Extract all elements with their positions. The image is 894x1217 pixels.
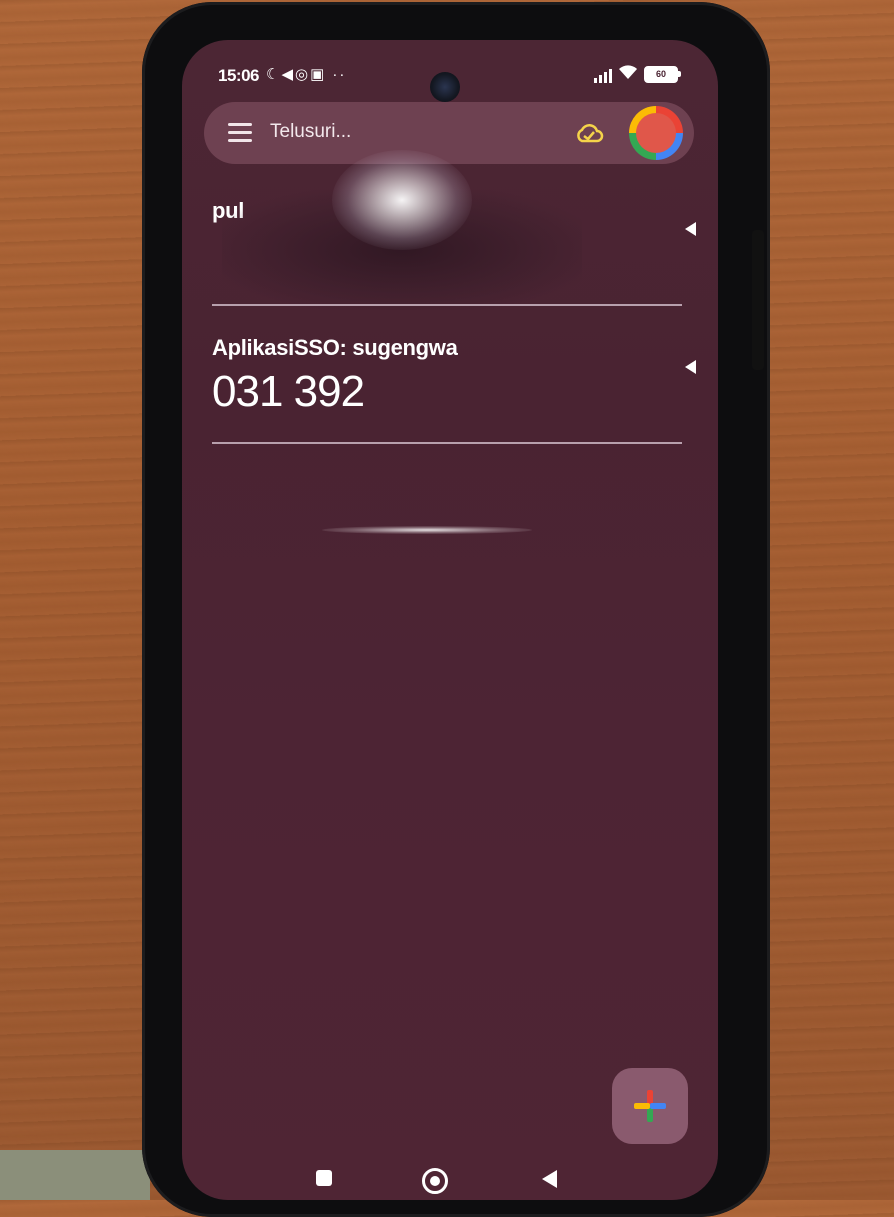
account-title: AplikasiSSO: sugengwa — [212, 335, 458, 360]
divider — [212, 304, 682, 306]
home-icon[interactable] — [422, 1168, 448, 1194]
countdown-timer-icon — [685, 222, 696, 236]
front-camera-icon — [430, 72, 460, 102]
divider — [212, 442, 682, 444]
status-time: 15:06 — [218, 66, 259, 85]
obscured-area — [222, 190, 582, 310]
phone-screen: 15:06 ☾◀◎▣ ·· 60 Telusuri... pu — [182, 40, 718, 1200]
signal-icon — [594, 67, 612, 83]
wifi-icon — [618, 64, 638, 85]
status-bar: 15:06 ☾◀◎▣ ·· 60 — [182, 62, 718, 102]
plus-icon — [634, 1090, 666, 1122]
search-bar[interactable]: Telusuri... — [204, 102, 694, 164]
list-item[interactable]: AplikasiSSO: sugengwa 031 392 — [212, 335, 682, 417]
add-account-button[interactable] — [612, 1068, 688, 1144]
status-right-icons: 60 — [594, 64, 681, 85]
search-input[interactable]: Telusuri... — [270, 121, 351, 143]
recent-apps-icon[interactable] — [316, 1170, 332, 1186]
back-icon[interactable] — [542, 1170, 557, 1188]
countdown-timer-icon — [685, 360, 696, 374]
avatar-photo — [636, 113, 676, 153]
otp-code: 031 392 — [212, 367, 365, 416]
menu-icon[interactable] — [228, 123, 252, 143]
light-reflection — [322, 526, 532, 534]
cloud-sync-icon[interactable] — [574, 122, 604, 144]
account-avatar[interactable] — [629, 106, 683, 160]
table-surface — [0, 1150, 150, 1200]
battery-icon: 60 — [644, 66, 681, 83]
navigation-bar — [182, 1168, 718, 1200]
notification-icons: ☾◀◎▣ ·· — [266, 66, 347, 83]
phone-side-button — [752, 230, 764, 370]
